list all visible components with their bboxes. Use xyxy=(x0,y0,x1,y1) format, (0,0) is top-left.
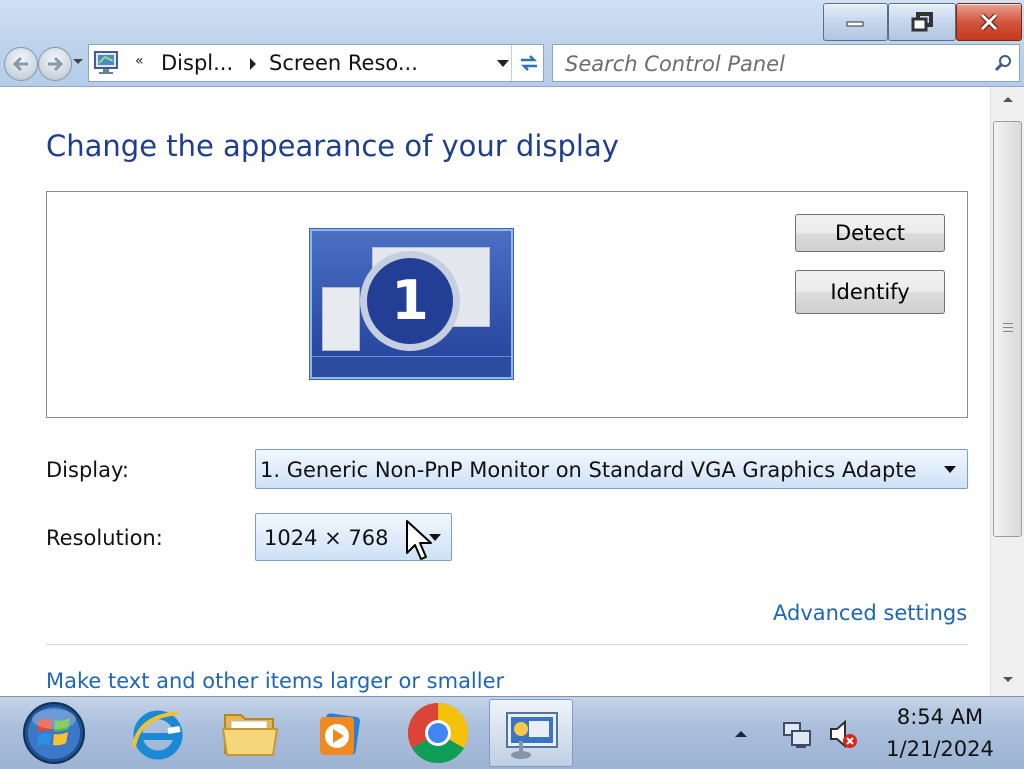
detect-button[interactable]: Detect xyxy=(795,214,945,252)
volume-muted-icon[interactable] xyxy=(826,717,860,751)
scroll-up-icon[interactable] xyxy=(1003,97,1013,102)
restore-icon xyxy=(911,12,933,32)
desktop-window-preview xyxy=(322,287,360,351)
text-size-link[interactable]: Make text and other items larger or smal… xyxy=(46,669,504,693)
back-arrow-icon xyxy=(12,56,28,72)
back-button[interactable] xyxy=(4,47,38,81)
forward-arrow-icon xyxy=(48,56,64,72)
display-select-value: 1. Generic Non-PnP Monitor on Standard V… xyxy=(260,458,917,482)
grip-icon xyxy=(1003,323,1013,335)
screen-resolution-content: Change the appearance of your display 1 … xyxy=(0,87,990,696)
show-hidden-icons-button[interactable] xyxy=(735,731,747,737)
media-player-icon xyxy=(320,713,360,755)
chrome-taskbar-button[interactable] xyxy=(396,699,480,767)
mouse-pointer-icon xyxy=(406,520,432,560)
address-separator xyxy=(511,45,512,81)
recent-pages-dropdown[interactable] xyxy=(73,59,83,64)
control-panel-taskbar-button[interactable] xyxy=(489,699,573,767)
breadcrumb-screen-resolution[interactable]: Screen Reso... xyxy=(269,51,418,75)
breadcrumb-arrow-icon[interactable] xyxy=(250,58,256,70)
address-history-dropdown[interactable] xyxy=(497,60,509,67)
monitor-number: 1 xyxy=(391,269,429,332)
resolution-select-value: 1024 × 768 xyxy=(264,526,389,550)
section-divider xyxy=(46,644,968,645)
windows-explorer-taskbar-button[interactable] xyxy=(208,699,292,767)
media-player-taskbar-button[interactable] xyxy=(296,699,380,767)
resolution-label: Resolution: xyxy=(46,526,163,550)
network-icon[interactable] xyxy=(780,717,814,751)
title-address-bar: « Displ... Screen Reso... xyxy=(0,0,1024,87)
start-button[interactable] xyxy=(22,701,86,765)
advanced-settings-link[interactable]: Advanced settings xyxy=(773,601,967,625)
chrome-icon xyxy=(407,703,469,764)
close-icon xyxy=(980,13,998,31)
display-control-panel-icon xyxy=(94,51,118,74)
clock-time[interactable]: 8:54 AM xyxy=(872,705,1008,729)
folder-icon xyxy=(221,714,279,756)
address-overflow-chevron[interactable]: « xyxy=(135,53,144,69)
desktop-taskbar-preview xyxy=(312,356,511,377)
clock-date[interactable]: 1/21/2024 xyxy=(872,737,1008,761)
search-icon[interactable] xyxy=(993,53,1013,73)
display-label: Display: xyxy=(46,458,129,482)
display-select[interactable]: 1. Generic Non-PnP Monitor on Standard V… xyxy=(255,449,968,489)
internet-explorer-taskbar-button[interactable] xyxy=(116,699,200,767)
forward-button[interactable] xyxy=(38,47,72,81)
breadcrumb-display[interactable]: Displ... xyxy=(161,51,233,75)
close-button[interactable] xyxy=(956,3,1022,41)
monitor-1-thumbnail[interactable]: 1 xyxy=(310,229,513,379)
taskbar: 8:54 AM 1/21/2024 xyxy=(0,696,1024,769)
monitor-arrangement-panel: 1 Detect Identify xyxy=(46,191,968,418)
monitor-number-badge: 1 xyxy=(360,251,460,351)
search-input[interactable] xyxy=(563,49,977,79)
scroll-down-icon[interactable] xyxy=(1003,677,1013,682)
refresh-icon[interactable] xyxy=(517,51,541,75)
minimize-icon xyxy=(846,21,863,27)
display-settings-icon xyxy=(506,712,558,759)
restore-button[interactable] xyxy=(888,3,956,41)
scrollbar-thumb[interactable] xyxy=(993,121,1022,537)
search-box[interactable] xyxy=(552,44,1020,82)
minimize-button[interactable] xyxy=(823,3,888,41)
address-bar[interactable]: « Displ... Screen Reso... xyxy=(88,44,544,82)
chevron-down-icon xyxy=(944,466,956,473)
page-title: Change the appearance of your display xyxy=(46,129,619,163)
vertical-scrollbar[interactable] xyxy=(990,87,1024,696)
identify-button[interactable]: Identify xyxy=(795,270,945,314)
internet-explorer-icon xyxy=(132,710,183,760)
